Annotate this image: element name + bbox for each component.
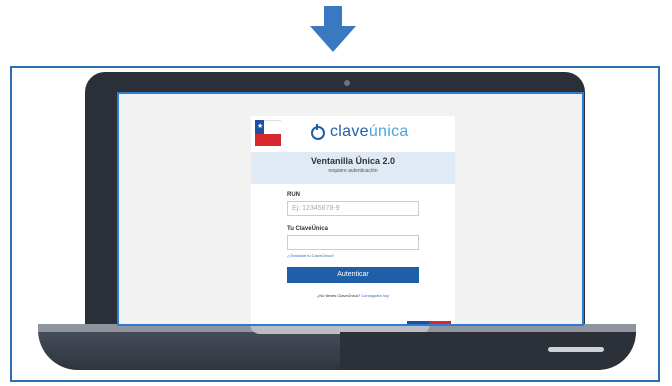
- login-card: ★ claveúnica Ventanilla Única 2.0 requie…: [251, 116, 455, 324]
- forgot-password-link[interactable]: ¿Olvidaste tu ClaveÚnica?: [287, 253, 419, 258]
- login-form: RUN Ej: 12345678-9 Tu ClaveÚnica ¿Olvida…: [251, 184, 455, 298]
- power-icon: [311, 124, 325, 140]
- clave-input[interactable]: [287, 235, 419, 250]
- page-title: Ventanilla Única 2.0: [310, 156, 396, 166]
- webcam: [344, 80, 350, 86]
- chile-flag-icon: ★: [255, 120, 281, 150]
- run-label: RUN: [287, 192, 300, 198]
- laptop-indicator: [548, 347, 604, 352]
- no-account-text: ¿No tienes ClaveÚnica? Consíguela hoy: [316, 293, 390, 298]
- title-banner: Ventanilla Única 2.0 requiere autenticac…: [251, 152, 455, 184]
- authenticate-button[interactable]: Autenticar: [287, 267, 419, 283]
- get-claveunica-link[interactable]: Consíguela hoy: [361, 293, 389, 298]
- page-subtitle: requiere autenticación: [328, 168, 378, 174]
- card-header: ★ claveúnica: [251, 116, 455, 152]
- flag-stripe: [407, 321, 451, 324]
- laptop-screen: ★ claveúnica Ventanilla Única 2.0 requie…: [117, 92, 584, 326]
- run-input[interactable]: Ej: 12345678-9: [287, 201, 419, 216]
- claveunica-logo: claveúnica: [330, 123, 409, 140]
- clave-label: Tu ClaveÚnica: [287, 226, 328, 232]
- arrow-down-icon: [310, 6, 356, 52]
